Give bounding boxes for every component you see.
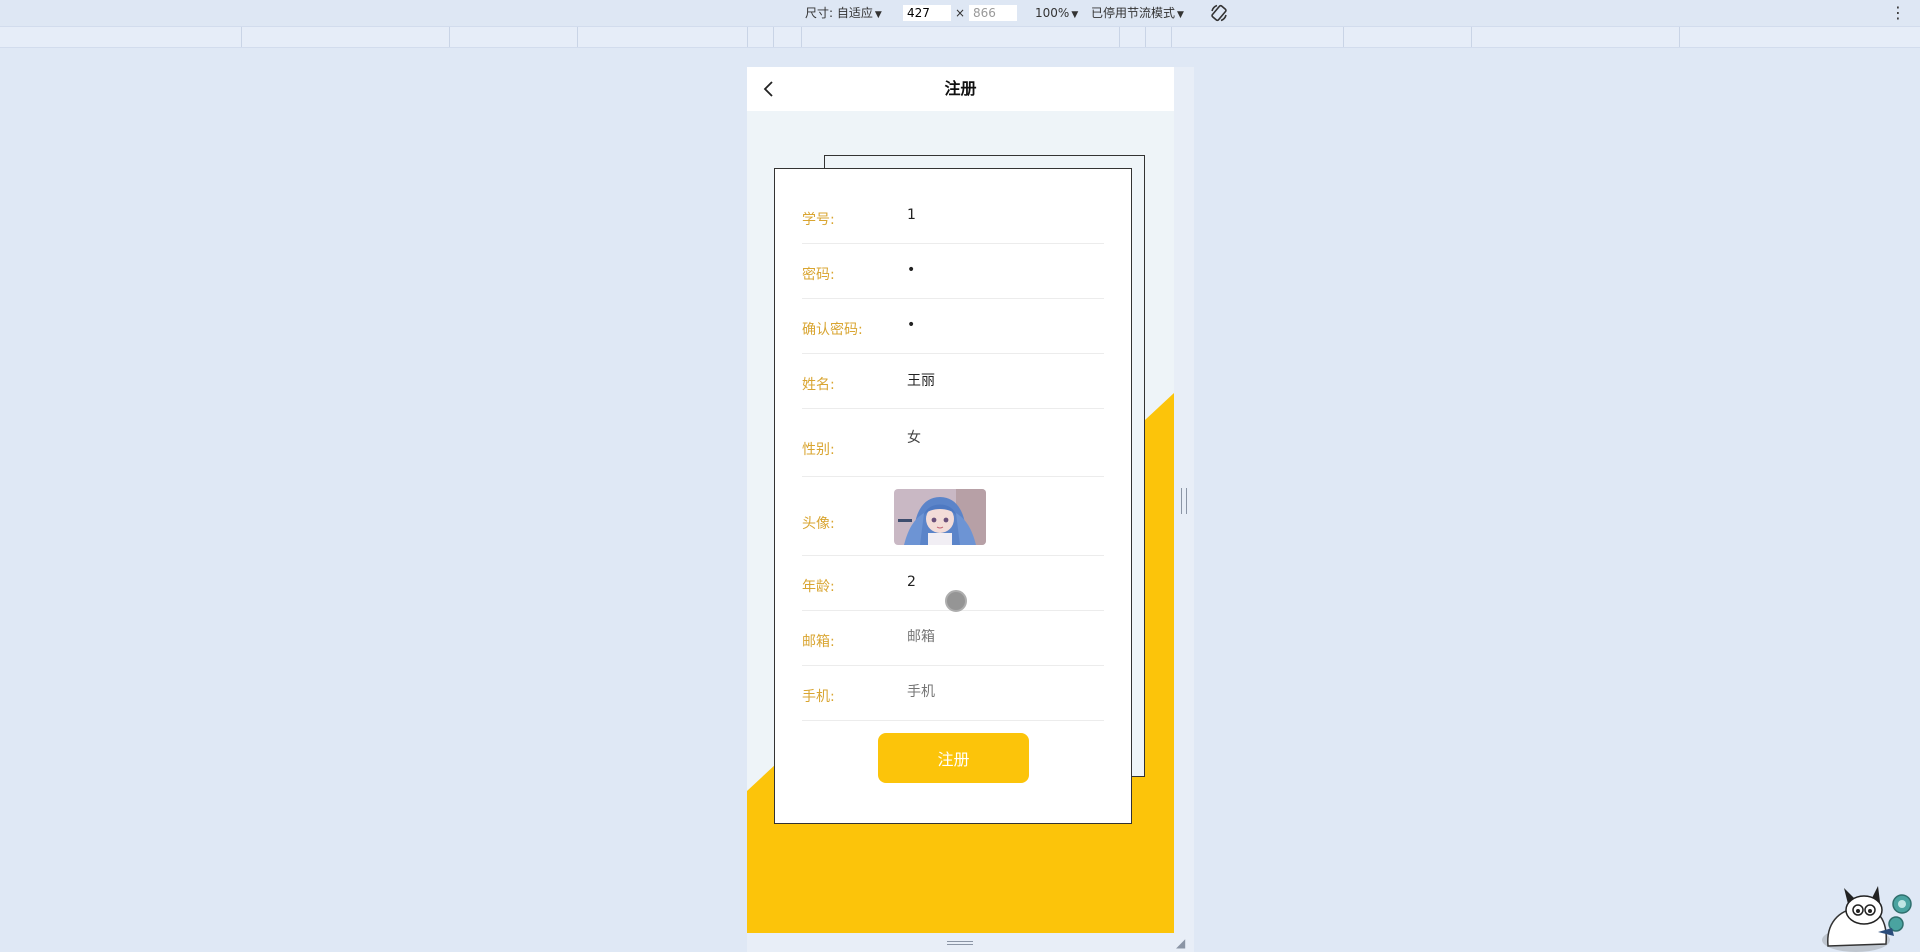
form-row-student-id: 学号: xyxy=(802,189,1104,244)
caret-down-icon: ▼ xyxy=(1071,10,1079,20)
ruler-segment[interactable] xyxy=(1679,27,1680,47)
height-input[interactable] xyxy=(969,5,1017,21)
form-row-email: 邮箱: xyxy=(802,611,1104,666)
dimension-select[interactable]: 尺寸: 自适应 ▼ xyxy=(805,5,882,21)
password-input[interactable]: • xyxy=(907,262,1087,278)
ruler-segment[interactable] xyxy=(747,27,748,47)
avatar-label: 头像: xyxy=(802,516,835,532)
name-input[interactable] xyxy=(907,372,1087,388)
throttle-select[interactable]: 已停用节流模式 ▼ xyxy=(1091,5,1184,21)
times-symbol: × xyxy=(955,6,966,20)
ruler-segment[interactable] xyxy=(449,27,450,47)
email-label: 邮箱: xyxy=(802,634,835,650)
nav-bar: 注册 xyxy=(747,67,1174,111)
ruler-segment[interactable] xyxy=(773,27,774,47)
register-form: 学号: 密码: • 确认密码: • 姓名: 性别: 女 头像: xyxy=(774,168,1132,824)
caret-down-icon: ▼ xyxy=(874,10,882,20)
gender-label: 性别: xyxy=(802,442,835,458)
rotate-icon[interactable] xyxy=(1209,3,1229,22)
confirm-password-input[interactable]: • xyxy=(907,317,1087,333)
throttle-label: 已停用节流模式 xyxy=(1091,6,1176,20)
register-button[interactable]: 注册 xyxy=(878,733,1029,783)
confirm-password-label: 确认密码: xyxy=(802,322,863,338)
ruler-segment[interactable] xyxy=(241,27,242,47)
form-row-confirm-password: 确认密码: • xyxy=(802,299,1104,354)
phone-label: 手机: xyxy=(802,689,835,705)
form-row-gender: 性别: 女 xyxy=(802,409,1104,477)
phone-input[interactable] xyxy=(907,684,1087,700)
form-row-name: 姓名: xyxy=(802,354,1104,409)
avatar-image xyxy=(894,489,986,545)
name-label: 姓名: xyxy=(802,377,835,393)
gender-select[interactable]: 女 xyxy=(907,427,1087,447)
device-viewport: 注册 学号: 密码: • 确认密码: • 姓名: 性别: 女 头像: xyxy=(747,67,1174,933)
ruler-segment[interactable] xyxy=(1343,27,1344,47)
ruler-segment[interactable] xyxy=(801,27,802,47)
mascot-widget[interactable] xyxy=(1808,884,1920,952)
touch-cursor xyxy=(945,590,967,612)
zoom-select[interactable]: 100% ▼ xyxy=(1035,5,1078,21)
avatar-upload[interactable] xyxy=(894,489,986,545)
ruler-segment[interactable] xyxy=(1171,27,1172,47)
student-id-input[interactable] xyxy=(907,207,1087,223)
media-query-ruler xyxy=(0,26,1920,48)
ruler-segment[interactable] xyxy=(577,27,578,47)
form-row-password: 密码: • xyxy=(802,244,1104,299)
devtools-toolbar: 尺寸: 自适应▼ × 100%▼ 已停用节流模式▼ ⋮ xyxy=(0,0,1920,26)
width-input[interactable] xyxy=(903,5,951,21)
age-label: 年龄: xyxy=(802,579,835,595)
resize-handle-horizontal[interactable] xyxy=(947,941,973,945)
age-input[interactable] xyxy=(907,574,1087,590)
zoom-label: 100% xyxy=(1035,6,1070,20)
form-row-avatar: 头像: xyxy=(802,477,1104,556)
ruler-segment[interactable] xyxy=(1145,27,1146,47)
form-row-phone: 手机: xyxy=(802,666,1104,721)
password-label: 密码: xyxy=(802,267,835,283)
dimension-label: 尺寸: 自适应 xyxy=(805,6,873,20)
email-input[interactable] xyxy=(907,629,1087,645)
more-vertical-icon[interactable]: ⋮ xyxy=(1890,3,1906,22)
caret-down-icon: ▼ xyxy=(1177,10,1184,20)
page-title: 注册 xyxy=(944,79,977,98)
student-id-label: 学号: xyxy=(802,212,835,228)
ruler-segment[interactable] xyxy=(1119,27,1120,47)
ruler-segment[interactable] xyxy=(1471,27,1472,47)
resize-handle-vertical[interactable] xyxy=(1181,488,1187,514)
resize-corner-icon[interactable]: ◢ xyxy=(1176,936,1185,950)
